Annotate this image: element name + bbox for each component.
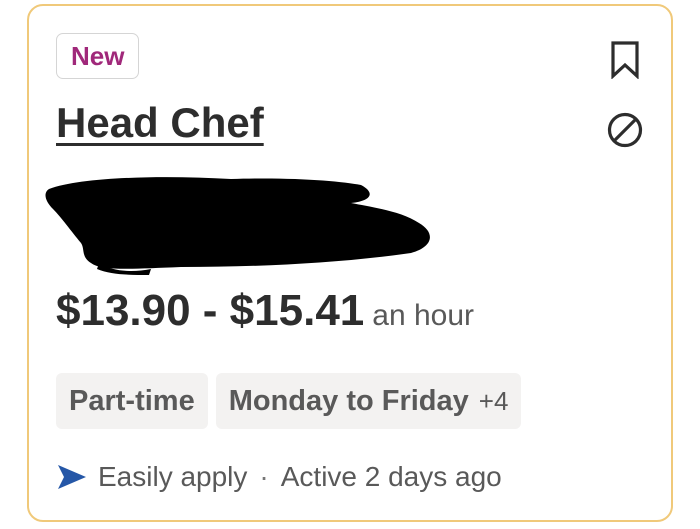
easily-apply-label: Easily apply	[98, 461, 248, 492]
job-title-link[interactable]: Head Chef	[56, 99, 264, 147]
tag-label: Part-time	[69, 384, 195, 417]
not-interested-button[interactable]	[603, 108, 647, 152]
save-job-button[interactable]	[603, 38, 647, 82]
tag-job-type: Part-time	[56, 373, 208, 429]
not-interested-icon	[607, 112, 643, 148]
company-name-redacted	[41, 171, 441, 281]
new-badge: New	[56, 33, 140, 79]
salary-unit: an hour	[372, 299, 475, 332]
tag-more-count: +4	[478, 385, 509, 416]
job-tags: Part-time Monday to Friday +4	[56, 373, 522, 429]
send-arrow-icon	[56, 463, 88, 491]
salary-range: $13.90 - $15.41	[56, 286, 365, 335]
job-card[interactable]: New Head Chef $13.90 - $15.41 an hour Pa…	[27, 4, 673, 522]
card-footer: Easily apply · Active 2 days ago	[56, 461, 502, 493]
new-badge-label: New	[71, 40, 125, 71]
tag-schedule: Monday to Friday +4	[215, 373, 522, 429]
salary: $13.90 - $15.41 an hour	[56, 286, 474, 336]
active-date: Active 2 days ago	[280, 461, 502, 492]
tag-label: Monday to Friday	[228, 384, 469, 417]
separator-dot: ·	[259, 461, 269, 492]
bookmark-icon	[611, 41, 639, 79]
